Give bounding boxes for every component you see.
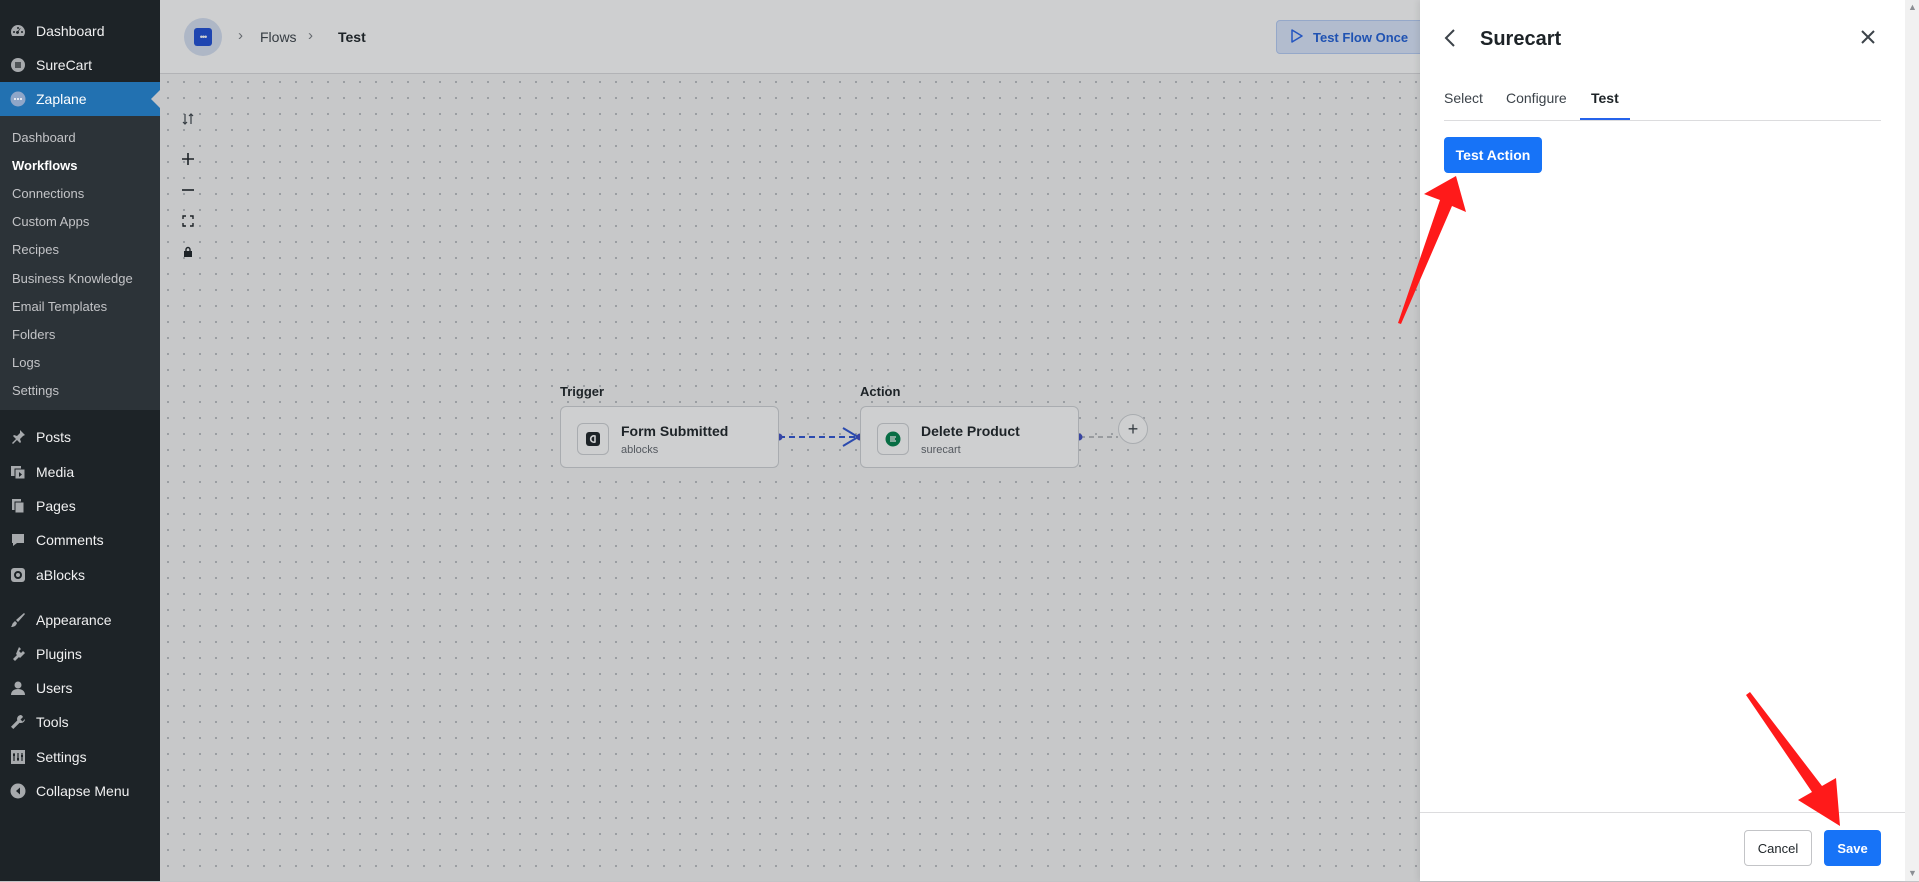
plugin-icon <box>9 645 27 663</box>
tab-test[interactable]: Test <box>1580 90 1630 120</box>
sidebar-item-pages[interactable]: Pages <box>0 489 160 523</box>
panel-title: Surecart <box>1480 28 1562 50</box>
tab-configure[interactable]: Configure <box>1506 90 1567 118</box>
panel-footer: Cancel Save <box>1420 812 1905 882</box>
panel-scrollbar[interactable]: ▲ ▼ <box>1905 0 1919 881</box>
fit-view-icon[interactable] <box>180 213 196 229</box>
sidebar-item-label: Collapse Menu <box>36 783 130 799</box>
scroll-down-icon[interactable]: ▼ <box>1908 868 1917 878</box>
sidebar-item-appearance[interactable]: Appearance <box>0 603 160 637</box>
sidebar-item-label: Users <box>36 680 73 696</box>
ablocks-icon <box>9 566 27 584</box>
close-button[interactable] <box>1860 26 1876 50</box>
sidebar-item-zaplane[interactable]: Zaplane <box>0 82 160 116</box>
cancel-button[interactable]: Cancel <box>1744 830 1812 866</box>
submenu-item-settings[interactable]: Settings <box>12 383 59 398</box>
add-step-button[interactable]: + <box>1118 414 1148 444</box>
play-icon <box>1291 28 1303 46</box>
action-node-app: surecart <box>921 444 961 456</box>
sidebar-item-label: Media <box>36 464 75 480</box>
test-action-button[interactable]: Test Action <box>1444 137 1542 173</box>
tab-select[interactable]: Select <box>1444 90 1483 118</box>
zoom-in-icon[interactable] <box>180 151 196 167</box>
scroll-up-icon[interactable]: ▲ <box>1908 2 1917 12</box>
sidebar-item-plugins[interactable]: Plugins <box>0 637 160 671</box>
pages-icon <box>9 497 27 515</box>
lock-icon[interactable] <box>180 244 196 260</box>
pin-icon <box>9 428 27 446</box>
chevron-right-icon: › <box>238 27 243 44</box>
plus-icon: + <box>1127 418 1139 439</box>
submenu-item-logs[interactable]: Logs <box>12 355 40 370</box>
sidebar-item-label: aBlocks <box>36 567 86 583</box>
submenu-item-folders[interactable]: Folders <box>12 327 55 342</box>
zaplane-logo-icon: ••• <box>194 28 212 46</box>
test-flow-once-button[interactable]: Test Flow Once <box>1276 20 1426 54</box>
trigger-label: Trigger <box>560 384 605 399</box>
surecart-icon <box>9 56 27 74</box>
step-settings-panel: Surecart Select Configure Test Test Acti… <box>1420 0 1905 881</box>
sidebar-item-label: Appearance <box>36 612 112 628</box>
chevron-right-icon: › <box>308 27 313 44</box>
sidebar-item-label: SureCart <box>36 57 93 73</box>
breadcrumb-current: Test <box>338 29 366 45</box>
save-button[interactable]: Save <box>1824 830 1881 866</box>
brush-icon <box>9 611 27 629</box>
sidebar-item-label: Zaplane <box>36 91 87 107</box>
test-flow-once-label: Test Flow Once <box>1313 29 1409 45</box>
dashboard-icon <box>9 22 27 40</box>
current-indicator <box>151 90 160 108</box>
zaplane-submenu: Dashboard Workflows Connections Custom A… <box>0 116 160 410</box>
submenu-item-recipes[interactable]: Recipes <box>12 242 59 257</box>
comments-icon <box>9 531 27 549</box>
sidebar-item-label: Settings <box>36 749 87 765</box>
sidebar-item-label: Posts <box>36 429 72 445</box>
submenu-item-email-templates[interactable]: Email Templates <box>12 299 107 314</box>
collapse-icon <box>9 782 27 800</box>
zaplane-icon <box>9 90 27 108</box>
action-node-title: Delete Product <box>921 423 1020 439</box>
settings-icon <box>9 748 27 766</box>
sidebar-item-dashboard[interactable]: Dashboard <box>0 14 160 48</box>
zoom-out-icon[interactable] <box>180 182 196 198</box>
sidebar-item-media[interactable]: Media <box>0 455 160 489</box>
sidebar-item-label: Comments <box>36 532 104 548</box>
admin-sidebar: Dashboard SureCart Zaplane Dashboard Wor… <box>0 0 160 881</box>
zaplane-logo: ••• <box>184 18 222 56</box>
submenu-item-dashboard[interactable]: Dashboard <box>12 130 76 145</box>
sidebar-item-users[interactable]: Users <box>0 671 160 705</box>
submenu-item-custom-apps[interactable]: Custom Apps <box>12 214 89 229</box>
collapse-menu-button[interactable]: Collapse Menu <box>0 774 160 808</box>
sidebar-item-settings[interactable]: Settings <box>0 740 160 774</box>
back-button[interactable] <box>1444 28 1456 53</box>
action-node[interactable]: Delete Product surecart <box>860 406 1079 468</box>
submenu-item-business-knowledge[interactable]: Business Knowledge <box>12 271 133 286</box>
surecart-icon <box>877 423 909 455</box>
sidebar-item-label: Dashboard <box>36 23 105 39</box>
panel-tabs: Select Configure Test <box>1444 87 1881 121</box>
submenu-item-workflows[interactable]: Workflows <box>12 158 78 173</box>
media-icon <box>9 463 27 481</box>
sidebar-item-label: Plugins <box>36 646 82 662</box>
user-icon <box>9 679 27 697</box>
action-label: Action <box>860 384 901 399</box>
close-icon <box>1861 30 1875 44</box>
trigger-node-app: ablocks <box>621 444 659 456</box>
trigger-node-title: Form Submitted <box>621 423 729 439</box>
swap-direction-icon[interactable] <box>180 111 196 127</box>
sidebar-item-comments[interactable]: Comments <box>0 523 160 557</box>
wrench-icon <box>9 713 27 731</box>
sidebar-item-surecart[interactable]: SureCart <box>0 48 160 82</box>
sidebar-item-label: Tools <box>36 714 69 730</box>
sidebar-item-tools[interactable]: Tools <box>0 705 160 739</box>
trigger-node[interactable]: Form Submitted ablocks <box>560 406 779 468</box>
chevron-left-icon <box>1444 29 1455 47</box>
breadcrumb-flows[interactable]: Flows <box>260 29 297 45</box>
ablocks-icon <box>577 423 609 455</box>
submenu-item-connections[interactable]: Connections <box>12 186 84 201</box>
sidebar-item-ablocks[interactable]: aBlocks <box>0 558 160 592</box>
sidebar-item-label: Pages <box>36 498 76 514</box>
sidebar-item-posts[interactable]: Posts <box>0 420 160 454</box>
